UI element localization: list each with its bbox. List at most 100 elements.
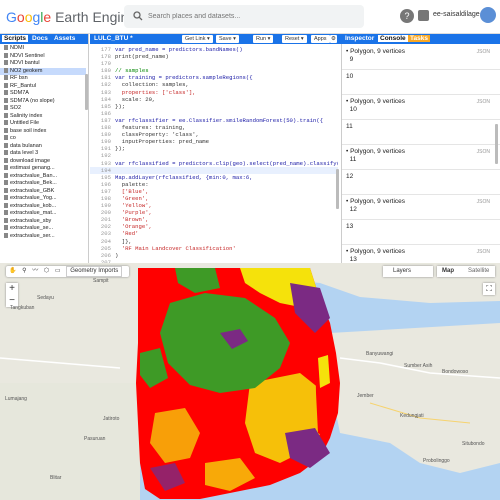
geometry-imports-button[interactable]: Geometry Imports <box>66 266 123 277</box>
script-file-item[interactable]: extractvalue_kob... <box>0 202 86 211</box>
code-line[interactable]: 192 <box>90 152 338 159</box>
layers-button[interactable]: Layers <box>383 266 433 277</box>
apps-button[interactable]: Apps <box>311 35 330 43</box>
search-box[interactable] <box>124 5 364 28</box>
hand-icon[interactable]: ✋ <box>9 268 16 274</box>
map-type-satellite[interactable]: Satellite <box>468 266 489 277</box>
script-file-item[interactable]: extractvalue_Bek... <box>0 180 86 188</box>
point-icon[interactable]: ⚲ <box>22 268 26 274</box>
script-file-item[interactable]: data bulanan <box>0 142 86 151</box>
script-file-item[interactable]: SDM7A <box>0 90 86 98</box>
tab-docs[interactable]: Docs <box>32 35 48 42</box>
code-line[interactable]: 178 print(pred_name) <box>90 53 338 60</box>
earth-engine-logo[interactable]: Google Earth Engine <box>6 9 136 25</box>
script-file-item[interactable]: extractvalue_ser... <box>0 232 86 241</box>
console-entry[interactable]: 11 <box>342 120 500 145</box>
code-line[interactable]: 196 palette: <box>90 181 338 188</box>
code-line[interactable]: 194 <box>90 166 338 174</box>
json-link[interactable]: JSON <box>477 99 490 105</box>
scrollbar[interactable] <box>336 169 339 209</box>
code-line[interactable]: 204 ]}, <box>90 238 338 245</box>
code-line[interactable]: 180 // samples <box>90 67 338 74</box>
console-entry[interactable]: • Polygon, 9 vertices 9 JSON <box>342 45 500 70</box>
get-link-button[interactable]: Get Link ▾ <box>182 35 213 43</box>
code-line[interactable]: 179 <box>90 60 338 67</box>
console-entry[interactable]: 12 <box>342 170 500 195</box>
script-file-item[interactable]: base soil index <box>0 127 86 136</box>
tab-tasks[interactable]: Tasks <box>408 35 430 42</box>
tab-assets[interactable]: Assets <box>54 35 75 42</box>
map-canvas[interactable] <box>0 263 500 500</box>
tab-console[interactable]: Console <box>378 35 408 42</box>
json-link[interactable]: JSON <box>477 149 490 155</box>
scrollbar[interactable] <box>85 74 88 110</box>
feedback-icon[interactable] <box>418 10 429 21</box>
code-line[interactable]: 185}); <box>90 103 338 110</box>
code-line[interactable]: 203 'Red' <box>90 230 338 237</box>
fullscreen-icon[interactable]: ⛶ <box>483 283 495 295</box>
json-link[interactable]: JSON <box>477 49 490 55</box>
code-line[interactable]: 190 inputProperties: pred_name <box>90 138 338 145</box>
code-line[interactable]: 199 'Yellow', <box>90 202 338 209</box>
tab-scripts[interactable]: Scripts <box>2 35 29 42</box>
script-file-item[interactable]: extractvalue_Ban... <box>0 172 86 181</box>
script-file-item[interactable]: RF_Bantul <box>0 82 86 91</box>
code-line[interactable]: 201 'Brown', <box>90 216 338 223</box>
code-line[interactable]: 205 'RF Main Landcover Classification' <box>90 245 338 252</box>
code-line[interactable]: 191}); <box>90 145 338 152</box>
script-file-item[interactable]: extractvalue_mat... <box>0 210 86 218</box>
script-file-item[interactable]: NO2 geokem <box>0 67 86 75</box>
code-area[interactable]: 177 var pred_name = predictors.bandNames(… <box>90 46 338 266</box>
code-line[interactable]: 181 var training = predictors.sampleRegio… <box>90 74 338 81</box>
save-button[interactable]: Save ▾ <box>216 35 239 43</box>
run-button[interactable]: Run ▾ <box>253 35 274 43</box>
map-view[interactable]: ✋ ⚲ 〰 ⬡ ▭ Geometry Imports Layers Map Sa… <box>0 263 500 500</box>
script-file-item[interactable]: extractvalue_GBK <box>0 187 86 196</box>
search-input[interactable] <box>148 10 348 23</box>
code-line[interactable]: 202 'Orange', <box>90 223 338 230</box>
console-entry[interactable]: • Polygon, 9 vertices 11 JSON <box>342 145 500 170</box>
polygon-icon[interactable]: ⬡ <box>44 268 49 274</box>
script-file-item[interactable]: NDMI <box>0 45 86 53</box>
script-file-item[interactable]: download image <box>0 157 86 166</box>
code-line[interactable]: 195 Map.addLayer(rfclassified, {min:0, ma… <box>90 174 338 181</box>
script-file-item[interactable]: RF bsn <box>0 75 86 83</box>
zoom-in-button[interactable]: + <box>6 283 18 295</box>
console-entry[interactable]: 13 <box>342 220 500 245</box>
script-file-item[interactable]: data level 3 <box>0 150 86 158</box>
scrollbar[interactable] <box>495 124 498 164</box>
json-link[interactable]: JSON <box>477 249 490 255</box>
user-name[interactable]: ee-saisaldilage <box>433 11 480 18</box>
code-line[interactable]: 198 'Green', <box>90 195 338 202</box>
script-file-item[interactable]: SDM7A (no slope) <box>0 97 86 106</box>
script-file-item[interactable]: NDVI bantul <box>0 60 86 68</box>
script-file-item[interactable]: extractvalue_sby <box>0 217 86 226</box>
code-line[interactable]: 183 properties: ['class'], <box>90 89 338 96</box>
code-line[interactable]: 182 collection: samples, <box>90 81 338 88</box>
code-line[interactable]: 188 features: training, <box>90 124 338 131</box>
rectangle-icon[interactable]: ▭ <box>55 268 61 274</box>
code-line[interactable]: 184 scale: 20, <box>90 96 338 103</box>
code-line[interactable]: 206) <box>90 252 338 259</box>
code-line[interactable]: 177 var pred_name = predictors.bandNames(… <box>90 46 338 53</box>
code-line[interactable]: 189 classProperty: 'class', <box>90 131 338 138</box>
console-entry[interactable]: • Polygon, 9 vertices 12 JSON <box>342 195 500 220</box>
code-line[interactable]: 200 'Purple', <box>90 209 338 216</box>
script-file-item[interactable]: extractvalue_Yog... <box>0 195 86 203</box>
map-type-map[interactable]: Map <box>442 266 454 277</box>
help-icon[interactable]: ? <box>400 9 414 23</box>
line-icon[interactable]: 〰 <box>32 268 38 274</box>
tab-inspector[interactable]: Inspector <box>345 35 374 42</box>
settings-icon[interactable]: ⚙ <box>330 35 337 43</box>
script-file-item[interactable]: SO2 <box>0 105 86 113</box>
json-link[interactable]: JSON <box>477 199 490 205</box>
script-file-item[interactable]: estimasi genang... <box>0 165 86 173</box>
code-line[interactable]: 187 var rfclassifier = ee.Classifier.smil… <box>90 117 338 124</box>
console-entry[interactable]: 10 <box>342 70 500 95</box>
console-entry[interactable]: • Polygon, 9 vertices 10 JSON <box>342 95 500 120</box>
script-file-item[interactable]: Untitled File <box>0 120 86 128</box>
reset-button[interactable]: Reset ▾ <box>282 35 307 43</box>
script-file-item[interactable]: co <box>0 135 86 143</box>
code-line[interactable]: 197 ['Blue', <box>90 188 338 195</box>
code-line[interactable]: 193 var rfclassified = predictors.clip(ge… <box>90 160 338 167</box>
